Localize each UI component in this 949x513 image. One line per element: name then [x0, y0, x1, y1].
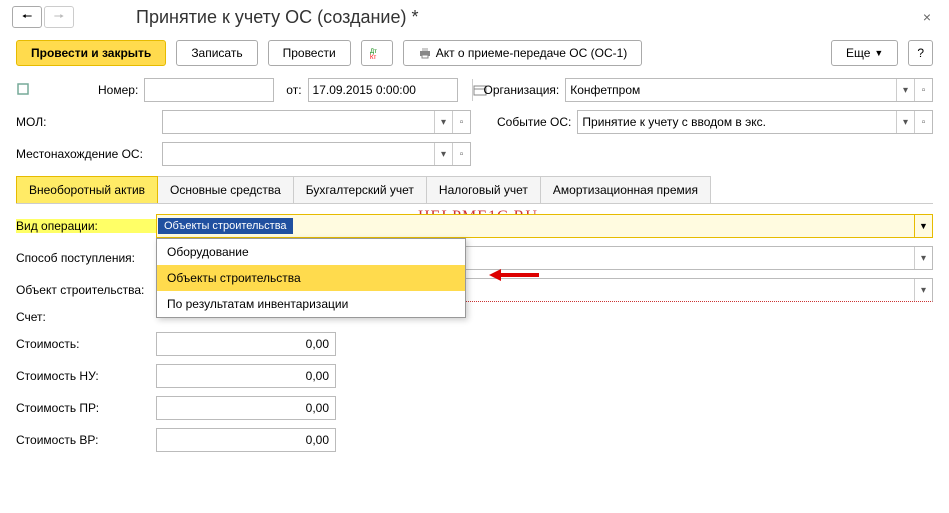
from-label: от:: [286, 83, 301, 97]
tab-strip: Внеоборотный актив Основные средства Бух…: [16, 176, 933, 204]
more-label: Еще: [846, 46, 870, 60]
chevron-down-icon[interactable]: ▾: [914, 279, 932, 301]
cost-label: Стоимость:: [16, 337, 156, 351]
open-icon[interactable]: ▫: [452, 143, 470, 165]
op-type-select[interactable]: Объекты строительства ▼: [156, 214, 933, 238]
movements-button[interactable]: ДтКт: [361, 40, 393, 66]
close-icon[interactable]: ×: [917, 9, 937, 25]
open-icon[interactable]: ▫: [452, 111, 470, 133]
tab-premium[interactable]: Амортизационная премия: [540, 176, 711, 203]
dd-item-inventory[interactable]: По результатам инвентаризации: [157, 291, 465, 317]
svg-text:Кт: Кт: [370, 55, 376, 60]
open-icon[interactable]: ▫: [914, 111, 932, 133]
event-input[interactable]: [578, 111, 896, 133]
chevron-down-icon[interactable]: ▼: [914, 215, 932, 237]
post-button[interactable]: Провести: [268, 40, 351, 66]
account-label: Счет:: [16, 310, 156, 324]
cost-vr-input[interactable]: [156, 428, 336, 452]
location-input[interactable]: [163, 143, 434, 165]
op-type-value: Объекты строительства: [158, 218, 293, 234]
mol-label: МОЛ:: [16, 115, 156, 129]
op-type-dropdown: Оборудование Объекты строительства По ре…: [156, 238, 466, 318]
post-and-close-button[interactable]: Провести и закрыть: [16, 40, 166, 66]
cost-nu-label: Стоимость НУ:: [16, 369, 156, 383]
chevron-down-icon[interactable]: ▾: [914, 247, 932, 269]
date-input[interactable]: [309, 79, 472, 101]
org-label: Организация:: [484, 83, 560, 97]
mol-input[interactable]: [163, 111, 434, 133]
event-label: Событие ОС:: [497, 115, 571, 129]
cost-pr-input[interactable]: [156, 396, 336, 420]
printer-icon: [418, 46, 432, 60]
help-button[interactable]: ?: [908, 40, 933, 66]
location-field[interactable]: ▾ ▫: [162, 142, 471, 166]
chevron-down-icon[interactable]: ▾: [434, 143, 452, 165]
object-label: Объект строительства:: [16, 283, 156, 297]
more-button[interactable]: Еще ▼: [831, 40, 898, 66]
event-field[interactable]: ▾ ▫: [577, 110, 933, 134]
dd-item-label: Объекты строительства: [167, 271, 301, 285]
print-button[interactable]: Акт о приеме-передаче ОС (ОС-1): [403, 40, 643, 66]
back-button[interactable]: 🠔: [12, 6, 42, 28]
dt-kt-icon: ДтКт: [370, 46, 384, 60]
dd-item-construction[interactable]: Объекты строительства: [157, 265, 465, 291]
cost-input[interactable]: [156, 332, 336, 356]
method-label: Способ поступления:: [16, 251, 156, 265]
chevron-down-icon[interactable]: ▾: [434, 111, 452, 133]
org-input[interactable]: [566, 79, 896, 101]
forward-button[interactable]: 🠖: [44, 6, 74, 28]
chevron-down-icon[interactable]: ▾: [896, 111, 914, 133]
cost-pr-label: Стоимость ПР:: [16, 401, 156, 415]
page-title: Принятие к учету ОС (создание) *: [136, 7, 419, 28]
tab-tax[interactable]: Налоговый учет: [426, 176, 541, 203]
date-field[interactable]: [308, 78, 458, 102]
mol-field[interactable]: ▾ ▫: [162, 110, 471, 134]
print-label: Акт о приеме-передаче ОС (ОС-1): [436, 46, 628, 60]
cost-vr-label: Стоимость ВР:: [16, 433, 156, 447]
number-label: Номер:: [98, 83, 138, 97]
chevron-down-icon: ▼: [874, 48, 883, 58]
dd-item-equipment[interactable]: Оборудование: [157, 239, 465, 265]
red-arrow-icon: [489, 267, 539, 286]
tab-accounting[interactable]: Бухгалтерский учет: [293, 176, 427, 203]
attachment-icon[interactable]: [16, 82, 32, 99]
chevron-down-icon[interactable]: ▾: [896, 79, 914, 101]
org-field[interactable]: ▾ ▫: [565, 78, 933, 102]
number-input[interactable]: [144, 78, 274, 102]
tab-os[interactable]: Основные средства: [157, 176, 294, 203]
tab-asset[interactable]: Внеоборотный актив: [16, 176, 158, 203]
open-icon[interactable]: ▫: [914, 79, 932, 101]
location-label: Местонахождение ОС:: [16, 147, 156, 161]
op-type-label: Вид операции:: [16, 219, 156, 233]
cost-nu-input[interactable]: [156, 364, 336, 388]
save-button[interactable]: Записать: [176, 40, 257, 66]
